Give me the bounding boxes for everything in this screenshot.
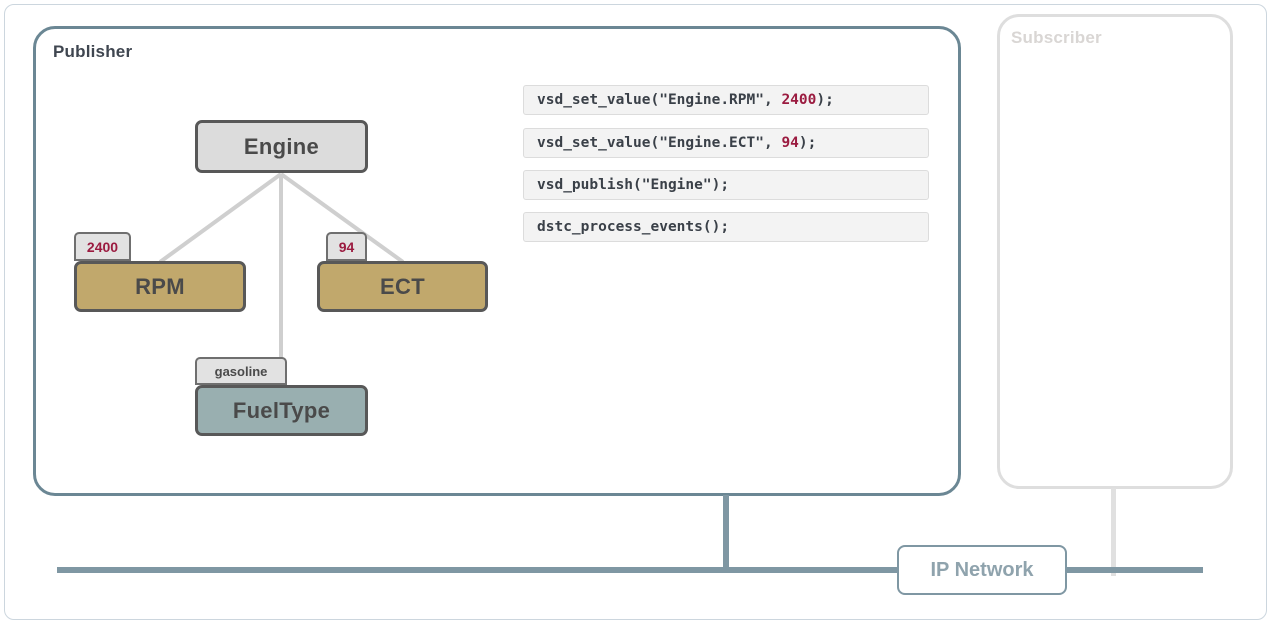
subscriber-bus-drop-line [1111, 488, 1116, 576]
code-line-set-rpm-suffix: ); [816, 92, 834, 108]
code-line-publish: vsd_publish("Engine"); [523, 170, 929, 200]
node-engine-label: Engine [243, 133, 320, 159]
node-rpm[interactable]: RPM [74, 261, 246, 312]
node-fueltype[interactable]: FuelType [195, 385, 368, 436]
badge-ect-value-text: 94 [338, 238, 355, 255]
ip-network-label: IP Network [930, 558, 1034, 581]
code-line-set-ect-value: 94 [781, 135, 799, 151]
subscriber-panel [997, 14, 1233, 489]
badge-fueltype-value: gasoline [195, 357, 287, 385]
code-line-process-events: dstc_process_events(); [523, 212, 929, 242]
code-line-set-rpm-value: 2400 [781, 92, 817, 108]
ip-network-node[interactable]: IP Network [897, 545, 1067, 595]
publisher-title: Publisher [53, 42, 133, 61]
publisher-bus-drop-line [723, 495, 729, 571]
node-ect[interactable]: ECT [317, 261, 488, 312]
diagram-canvas: Publisher Engine 2400 RPM 94 ECT gasolin… [0, 0, 1273, 626]
code-line-set-rpm-prefix: vsd_set_value("Engine.RPM", [537, 92, 782, 108]
badge-fueltype-value-text: gasoline [214, 363, 268, 379]
badge-rpm-value-text: 2400 [86, 238, 119, 255]
code-line-set-ect-suffix: ); [798, 135, 817, 151]
code-line-set-ect-prefix: vsd_set_value("Engine.ECT", [537, 135, 782, 151]
node-rpm-label: RPM [135, 273, 185, 299]
code-line-set-rpm: vsd_set_value("Engine.RPM", 2400); [523, 85, 929, 115]
node-ect-label: ECT [380, 273, 425, 299]
subscriber-title: Subscriber [1011, 28, 1102, 47]
badge-rpm-value: 2400 [74, 232, 131, 261]
code-line-set-ect: vsd_set_value("Engine.ECT", 94); [523, 128, 929, 158]
code-line-publish-prefix: vsd_publish("Engine"); [537, 177, 730, 193]
code-line-process-events-prefix: dstc_process_events(); [537, 219, 730, 235]
node-fueltype-label: FuelType [232, 397, 331, 423]
node-engine[interactable]: Engine [195, 120, 368, 173]
badge-ect-value: 94 [326, 232, 367, 261]
